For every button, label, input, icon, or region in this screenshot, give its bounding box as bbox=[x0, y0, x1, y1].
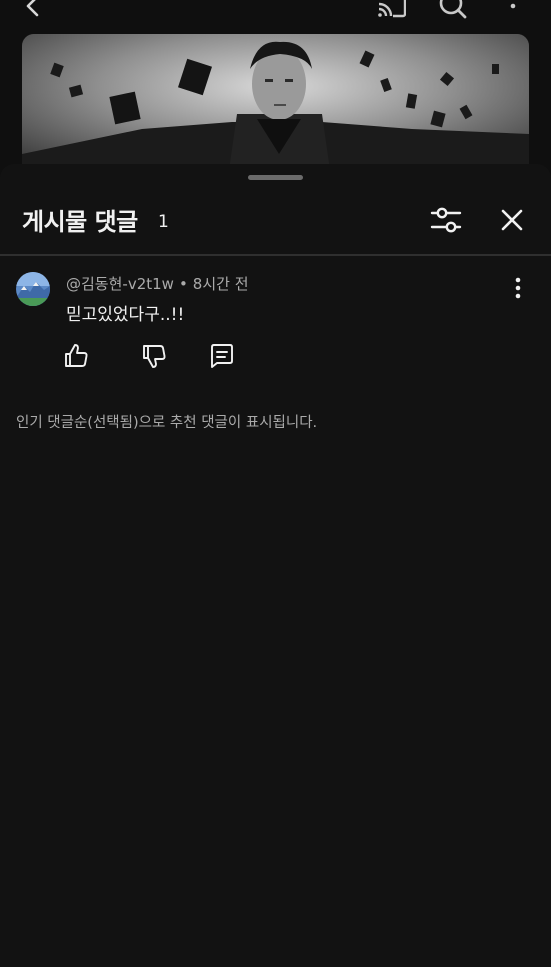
reply-comment-icon[interactable] bbox=[208, 342, 236, 370]
sort-notice: 인기 댓글순(선택됨)으로 추천 댓글이 표시됩니다. bbox=[16, 415, 318, 431]
close-icon[interactable] bbox=[494, 202, 530, 238]
drag-handle[interactable] bbox=[248, 175, 303, 180]
comment-count: 1 bbox=[158, 212, 169, 232]
sheet-title: 게시물 댓글 bbox=[22, 208, 138, 236]
cast-icon[interactable] bbox=[376, 0, 406, 24]
more-vertical-icon[interactable] bbox=[504, 274, 532, 302]
comments-sheet: 게시물 댓글 1 @김동현-v2t1w • 8시간 전 믿고있었다구..!! 인… bbox=[0, 164, 551, 967]
comment-text: 믿고있었다구..!! bbox=[66, 305, 185, 325]
top-app-bar bbox=[0, 0, 551, 30]
search-icon[interactable] bbox=[438, 0, 468, 24]
avatar[interactable] bbox=[16, 272, 50, 306]
more-vertical-icon[interactable] bbox=[498, 0, 528, 24]
post-image-illustration bbox=[22, 34, 529, 184]
post-image[interactable] bbox=[22, 34, 529, 184]
sliders-icon[interactable] bbox=[428, 202, 464, 238]
thumbs-up-icon[interactable] bbox=[62, 342, 90, 370]
avatar-image bbox=[16, 272, 50, 306]
header-divider bbox=[0, 254, 551, 256]
comment-author[interactable]: @김동현-v2t1w bbox=[66, 275, 174, 293]
thumbs-down-icon[interactable] bbox=[140, 342, 168, 370]
comment-time: 8시간 전 bbox=[192, 275, 249, 293]
chevron-left-icon[interactable] bbox=[18, 0, 48, 24]
comment-meta: @김동현-v2t1w • 8시간 전 bbox=[66, 273, 249, 294]
meta-separator: • bbox=[178, 275, 188, 293]
